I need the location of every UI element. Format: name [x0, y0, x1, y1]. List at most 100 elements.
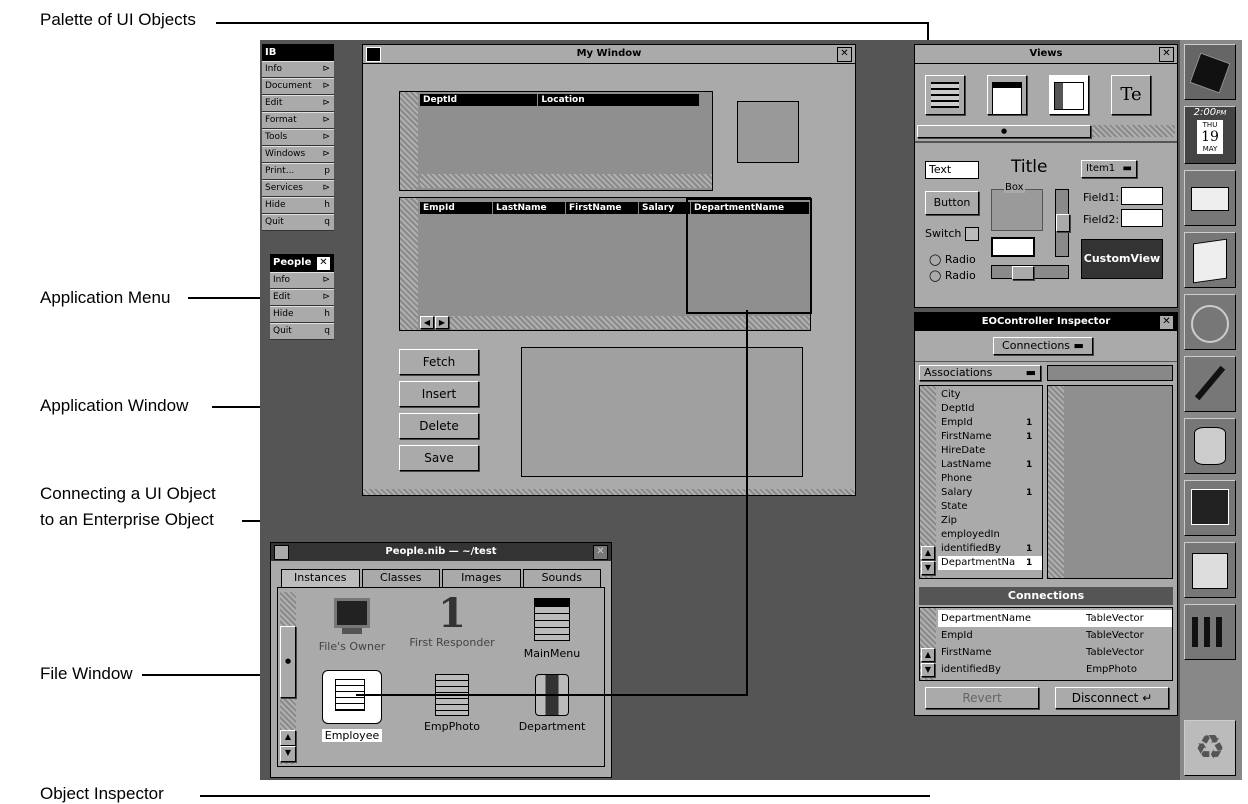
dock-tile-project[interactable]	[1184, 542, 1236, 598]
tab-classes[interactable]: Classes	[361, 569, 440, 587]
field1-input[interactable]	[1121, 187, 1163, 205]
ib-menu-item[interactable]: Format ⊳	[262, 112, 334, 129]
dock-tile-edit[interactable]	[1184, 232, 1236, 288]
tab-images[interactable]: Images	[442, 569, 521, 587]
ib-menu-item[interactable]: Services ⊳	[262, 180, 334, 197]
slider-knob[interactable]	[1012, 266, 1034, 280]
tab-instances[interactable]: Instances	[281, 569, 360, 587]
destination-browser[interactable]	[1047, 385, 1173, 579]
slider-horizontal[interactable]	[991, 265, 1069, 280]
department-object[interactable]: Department	[502, 668, 602, 744]
inspector-mode-popup[interactable]: Connections ▬	[993, 337, 1093, 355]
association-field[interactable]	[1047, 365, 1173, 381]
list-item[interactable]: employedIn	[938, 528, 1042, 542]
close-icon[interactable]: ✕	[837, 47, 852, 62]
employee-object[interactable]: Employee	[302, 668, 402, 744]
horizontal-scrollbar[interactable]	[420, 174, 712, 188]
text-field-small[interactable]	[991, 237, 1035, 257]
fetch-button[interactable]: Fetch	[399, 349, 479, 375]
column-header[interactable]: FirstName	[566, 202, 640, 214]
scroll-knob[interactable]: ●	[280, 626, 296, 698]
column-header[interactable]: EmpId	[420, 202, 494, 214]
resize-bar[interactable]	[363, 489, 855, 495]
dock-tile-preferences[interactable]	[1184, 294, 1236, 350]
vertical-scrollbar[interactable]: ● ▲ ▼	[280, 592, 296, 764]
list-item[interactable]: Zip	[938, 514, 1042, 528]
disconnect-button[interactable]: Disconnect ↵	[1055, 687, 1169, 709]
tab-sounds[interactable]: Sounds	[522, 569, 601, 587]
popup-sample[interactable]: Item1 ▬	[1081, 160, 1137, 178]
palette-menus-icon[interactable]	[925, 75, 965, 115]
main-menu-object[interactable]: MainMenu	[502, 592, 602, 668]
ib-menu-item[interactable]: Quit q	[262, 214, 334, 231]
slider-knob[interactable]	[1056, 214, 1070, 232]
list-item[interactable]: EmpId 1	[938, 416, 1042, 430]
insert-button[interactable]: Insert	[399, 381, 479, 407]
people-menu-item[interactable]: Info ⊳	[270, 272, 334, 289]
save-button[interactable]: Save	[399, 445, 479, 471]
slider-vertical[interactable]	[1055, 189, 1070, 257]
miniaturize-icon[interactable]	[274, 545, 289, 560]
scroll-track[interactable]	[450, 316, 810, 329]
list-item[interactable]: Phone	[938, 472, 1042, 486]
miniaturize-icon[interactable]	[366, 47, 381, 62]
window-titlebar[interactable]: My Window ✕	[363, 45, 855, 64]
dock-tile-people[interactable]	[1184, 604, 1236, 660]
connection-row[interactable]: EmpId TableVector	[938, 627, 1172, 644]
dock-tile-mail[interactable]	[1184, 170, 1236, 226]
people-menu-item[interactable]: Quit q	[270, 323, 334, 340]
first-responder-object[interactable]: 1 First Responder	[402, 592, 502, 668]
close-icon[interactable]: ✕	[316, 256, 331, 271]
associations-popup[interactable]: Associations ▬	[919, 365, 1041, 381]
connection-row[interactable]: FirstName TableVector	[938, 644, 1172, 661]
delete-button[interactable]: Delete	[399, 413, 479, 439]
scroll-up-icon[interactable]: ▲	[280, 730, 296, 746]
palette-text-icon[interactable]: Te	[1111, 75, 1151, 115]
ib-menu-item[interactable]: Print... p	[262, 163, 334, 180]
dept-table[interactable]: DeptId Location	[399, 91, 713, 191]
connection-row[interactable]: identifiedBy EmpPhoto	[938, 661, 1172, 678]
close-icon[interactable]: ✕	[1159, 47, 1174, 62]
scroll-down-icon[interactable]: ▼	[921, 561, 935, 575]
file-window-titlebar[interactable]: People.nib — ~/test ✕	[271, 543, 611, 561]
close-icon[interactable]: ✕	[1159, 315, 1174, 330]
dock-tile-next[interactable]	[1184, 44, 1236, 100]
dock-tile-database[interactable]	[1184, 418, 1236, 474]
revert-button[interactable]: Revert	[925, 687, 1039, 709]
people-menu-item[interactable]: Edit ⊳	[270, 289, 334, 306]
ib-menu-item[interactable]: Document ⊳	[262, 78, 334, 95]
key-list[interactable]: City DeptId EmpId 1 FirstName 1 HireDate LastNa…	[938, 388, 1042, 570]
button-sample[interactable]: Button	[925, 191, 979, 215]
column-header[interactable]: LastName	[493, 202, 567, 214]
dock-tile-clock[interactable]: 2:00PM THU 19 MAY	[1184, 106, 1236, 164]
ib-menu-item[interactable]: Edit ⊳	[262, 95, 334, 112]
checkbox-icon[interactable]	[964, 227, 979, 241]
people-menu-item[interactable]: Hide h	[270, 306, 334, 323]
field2-input[interactable]	[1121, 209, 1163, 227]
file-owner-object[interactable]: File's Owner	[302, 592, 402, 668]
ib-menu-item[interactable]: Tools ⊳	[262, 129, 334, 146]
connection-rows[interactable]: DepartmentName TableVector EmpId TableVecto…	[938, 610, 1172, 678]
connections-list[interactable]: ▲ ▼ DepartmentName TableVector EmpId TableV…	[919, 607, 1173, 681]
ib-menu-item[interactable]: Windows ⊳	[262, 146, 334, 163]
list-item[interactable]: Salary 1	[938, 486, 1042, 500]
list-item[interactable]: City	[938, 388, 1042, 402]
column-header[interactable]: DeptId	[420, 94, 539, 106]
inspector-titlebar[interactable]: EOController Inspector ✕	[915, 313, 1177, 331]
ib-menu-item[interactable]: Hide h	[262, 197, 334, 214]
scroll-down-icon[interactable]: ▼	[280, 746, 296, 762]
list-item[interactable]: identifiedBy 1	[938, 542, 1042, 556]
palette-scrollbar[interactable]: ●	[917, 125, 1175, 138]
scroll-knob[interactable]: ●	[917, 125, 1091, 138]
vertical-scrollbar[interactable]	[1048, 386, 1064, 578]
palette-titlebar[interactable]: Views ✕	[915, 45, 1177, 64]
custom-view-sample[interactable]: CustomView	[1081, 239, 1163, 279]
column-header[interactable]: Location	[538, 94, 700, 106]
list-item[interactable]: HireDate	[938, 444, 1042, 458]
radio-icon[interactable]: ◯	[929, 253, 941, 266]
switch-sample[interactable]: Switch	[925, 227, 979, 241]
column-header[interactable]: Salary	[639, 202, 691, 214]
list-item[interactable]: DeptId	[938, 402, 1042, 416]
image-view[interactable]	[737, 101, 799, 163]
radio-sample-2[interactable]: ◯ Radio	[929, 269, 976, 282]
